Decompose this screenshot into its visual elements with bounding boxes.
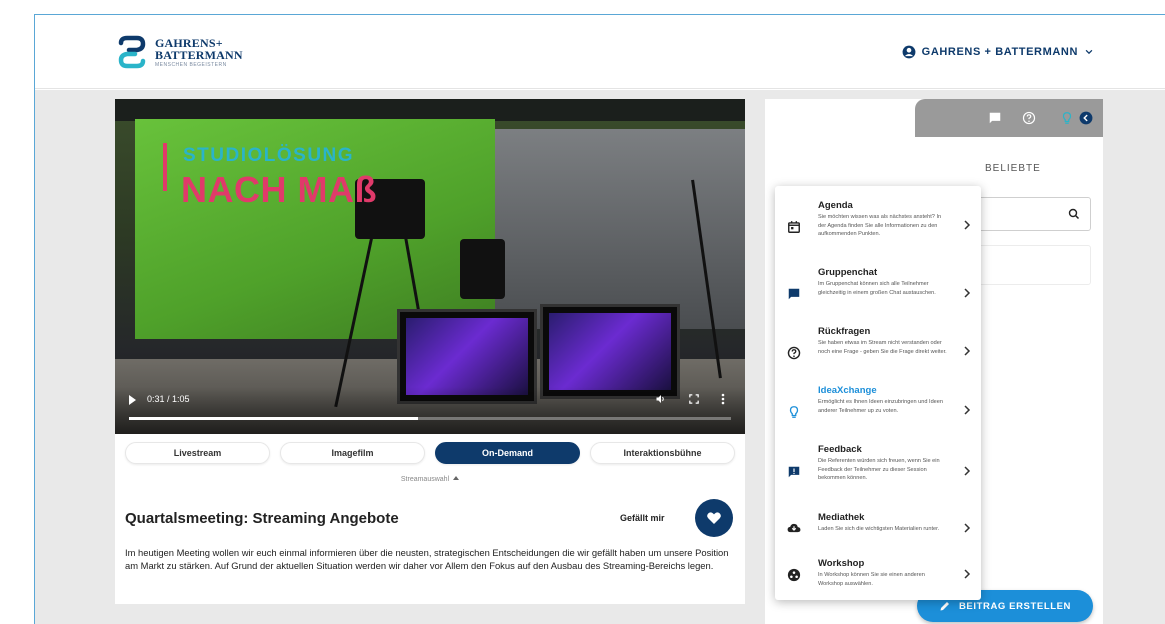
panel-header bbox=[930, 99, 1103, 137]
studio-camera bbox=[460, 239, 505, 299]
menu-item-title: Mediathek bbox=[818, 512, 865, 523]
feedback-icon bbox=[788, 466, 800, 478]
chevron-right-icon bbox=[964, 569, 971, 579]
menu-item-desc: Die Referenten würden sich freuen, wenn … bbox=[818, 458, 940, 482]
tab-interaktionsbuehne[interactable]: Interaktionsbühne bbox=[590, 442, 735, 464]
logo-mark-icon bbox=[118, 35, 146, 69]
collapse-panel-icon[interactable] bbox=[1079, 111, 1093, 125]
menu-item-title: Workshop bbox=[818, 558, 865, 569]
app-frame: GAHRENS+ BATTERMANN MENSCHEN BEGEISTERN … bbox=[34, 14, 1165, 624]
sort-tab-beliebte[interactable]: BELIEBTE bbox=[985, 163, 1041, 174]
like-button[interactable] bbox=[695, 499, 733, 537]
brand-name-line1: GAHRENS+ bbox=[155, 35, 223, 50]
lightbulb-icon[interactable] bbox=[1060, 111, 1074, 125]
question-icon bbox=[787, 346, 801, 360]
chevron-down-icon bbox=[1085, 49, 1093, 55]
menu-item-title: Rückfragen bbox=[818, 326, 871, 337]
chat-icon bbox=[788, 288, 800, 300]
chevron-right-icon bbox=[964, 466, 971, 476]
menu-item-desc: Laden Sie sich die wichtigsten Materiali… bbox=[818, 526, 940, 532]
tab-imagefilm[interactable]: Imagefilm bbox=[280, 442, 425, 464]
chevron-right-icon bbox=[964, 523, 971, 533]
play-icon[interactable] bbox=[129, 395, 136, 405]
menu-item-title: Feedback bbox=[818, 444, 862, 455]
tab-on-demand[interactable]: On-Demand bbox=[435, 442, 580, 464]
chevron-right-icon bbox=[964, 346, 971, 356]
volume-icon[interactable] bbox=[655, 393, 667, 405]
video-player[interactable]: STUDIOLÖSUNG NACH MAß 0:31 / 1:05 bbox=[115, 99, 745, 434]
menu-item-rueckfragen[interactable]: Rückfragen Sie haben etwas im Stream nic… bbox=[775, 326, 981, 384]
stream-card: STUDIOLÖSUNG NACH MAß 0:31 / 1:05 Livest… bbox=[115, 99, 745, 604]
brand-name-line2: BATTERMANN bbox=[155, 47, 243, 62]
workshop-icon bbox=[787, 568, 801, 582]
menu-item-desc: Ermöglicht es Ihnen Ideen einzubringen u… bbox=[818, 399, 944, 414]
menu-item-desc: Sie haben etwas im Stream nicht verstand… bbox=[818, 340, 947, 355]
app-header: GAHRENS+ BATTERMANN MENSCHEN BEGEISTERN … bbox=[35, 15, 1165, 89]
video-overlay-line2: NACH MAß bbox=[181, 169, 377, 210]
calendar-icon bbox=[788, 221, 800, 233]
chevron-right-icon bbox=[964, 288, 971, 298]
menu-item-feedback[interactable]: Feedback Die Referenten würden sich freu… bbox=[775, 444, 981, 502]
chevron-right-icon bbox=[964, 220, 971, 230]
main-area: STUDIOLÖSUNG NACH MAß 0:31 / 1:05 Livest… bbox=[35, 90, 1165, 624]
meeting-title: Quartalsmeeting: Streaming Angebote bbox=[125, 510, 399, 527]
menu-item-gruppenchat[interactable]: Gruppenchat Im Gruppenchat können sich a… bbox=[775, 267, 981, 325]
menu-item-ideaxchange[interactable]: IdeaXchange Ermöglicht es Ihnen Ideen ei… bbox=[775, 385, 981, 443]
studio-ceiling bbox=[115, 99, 745, 121]
menu-item-agenda[interactable]: Agenda Sie möchten wissen was als nächst… bbox=[775, 200, 981, 258]
account-name: GAHRENS + BATTERMANN bbox=[921, 46, 1078, 58]
cloud-download-icon bbox=[787, 523, 801, 533]
stream-tabs: Livestream Imagefilm On-Demand Interakti… bbox=[125, 442, 735, 464]
menu-item-workshop[interactable]: Workshop In Workshop können Sie sie eine… bbox=[775, 558, 981, 616]
menu-item-desc: In Workshop können Sie sie einen anderen… bbox=[818, 572, 925, 587]
fullscreen-icon[interactable] bbox=[689, 394, 699, 404]
menu-item-desc: Im Gruppenchat können sich alle Teilnehm… bbox=[818, 281, 936, 296]
meeting-description: Im heutigen Meeting wollen wir euch einm… bbox=[125, 547, 729, 572]
video-timecode: 0:31 / 1:05 bbox=[147, 394, 190, 404]
video-controls: 0:31 / 1:05 bbox=[115, 387, 745, 434]
stream-select-toggle[interactable]: Streamauswahl bbox=[115, 476, 745, 483]
search-icon bbox=[1068, 208, 1080, 220]
overlay-accent-bar bbox=[163, 143, 167, 191]
account-circle-icon bbox=[902, 45, 916, 59]
brand-logo[interactable]: GAHRENS+ BATTERMANN MENSCHEN BEGEISTERN bbox=[115, 35, 243, 69]
tab-livestream[interactable]: Livestream bbox=[125, 442, 270, 464]
caret-up-icon bbox=[453, 476, 460, 480]
chevron-right-icon bbox=[964, 405, 971, 415]
menu-item-title: Gruppenchat bbox=[818, 267, 878, 278]
heart-icon bbox=[707, 512, 721, 524]
question-icon[interactable] bbox=[1022, 111, 1036, 125]
account-menu[interactable]: GAHRENS + BATTERMANN bbox=[902, 45, 1094, 59]
menu-item-title: Agenda bbox=[818, 200, 853, 211]
chat-icon[interactable] bbox=[988, 111, 1002, 125]
more-vertical-icon[interactable] bbox=[721, 393, 725, 405]
menu-item-title: IdeaXchange bbox=[818, 385, 877, 396]
like-label: Gefällt mir bbox=[620, 513, 665, 523]
features-menu: Agenda Sie möchten wissen was als nächst… bbox=[775, 186, 981, 600]
video-progress-fill bbox=[129, 417, 418, 420]
video-progress-bar[interactable] bbox=[129, 417, 731, 420]
video-overlay-line1: STUDIOLÖSUNG bbox=[183, 145, 355, 166]
lightbulb-icon bbox=[789, 406, 799, 418]
brand-tagline: MENSCHEN BEGEISTERN bbox=[155, 61, 227, 68]
menu-item-desc: Sie möchten wissen was als nächstes anst… bbox=[818, 214, 942, 238]
preview-monitor bbox=[540, 304, 680, 399]
stream-select-label: Streamauswahl bbox=[400, 476, 450, 483]
